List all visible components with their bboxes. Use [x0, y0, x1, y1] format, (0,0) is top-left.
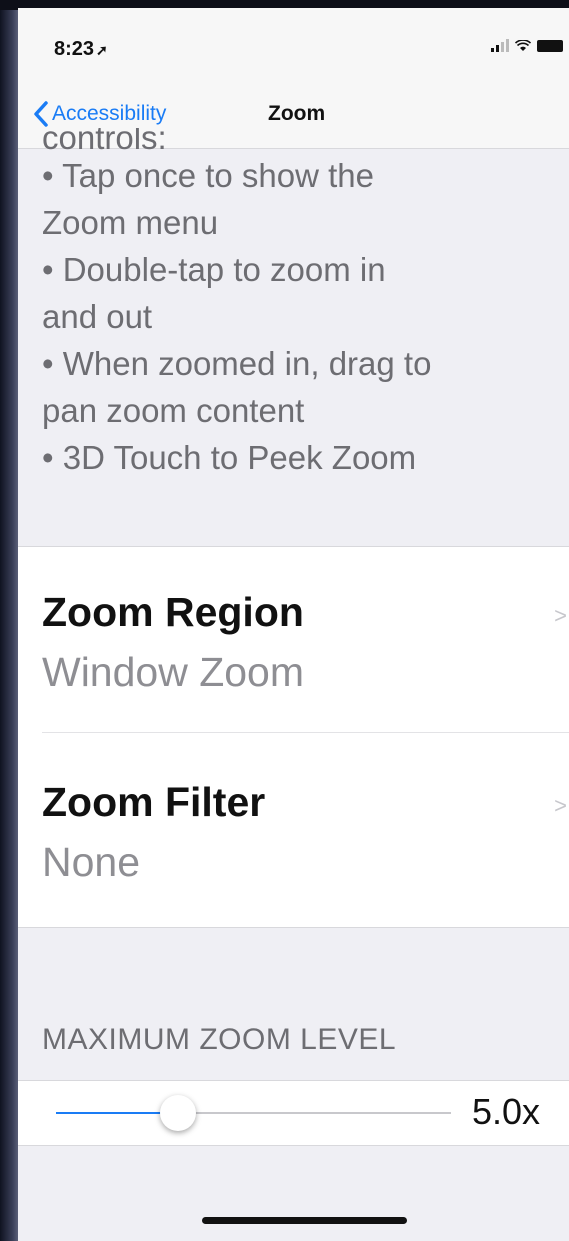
location-arrow-icon: ➚: [96, 42, 108, 58]
photo-frame-left: [0, 0, 18, 1241]
back-label: Accessibility: [52, 102, 167, 125]
status-icons: [491, 38, 563, 52]
time-label: 8:23: [54, 38, 95, 60]
battery-icon: [537, 40, 563, 52]
maximum-zoom-slider-row: 5.0x: [18, 1080, 569, 1146]
zoom-filter-value: None: [42, 839, 141, 885]
status-bar: 8:23 ➚: [18, 8, 569, 88]
zoom-region-value: Window Zoom: [42, 649, 305, 695]
zoom-filter-cell[interactable]: Zoom Filter None >: [18, 737, 569, 917]
zoom-filter-title: Zoom Filter: [42, 779, 266, 825]
description-line: and out: [42, 298, 153, 335]
description-line: • 3D Touch to Peek Zoom: [42, 439, 417, 476]
chevron-right-icon: >: [554, 793, 567, 818]
chevron-left-icon: [34, 101, 48, 127]
description-line: • When zoomed in, drag to: [42, 345, 432, 382]
zoom-slider-track[interactable]: [56, 1095, 451, 1131]
description-line: pan zoom content: [42, 392, 305, 429]
maximum-zoom-level-header: MAXIMUM ZOOM LEVEL: [42, 1023, 397, 1056]
cell-separator: [42, 732, 569, 733]
signal-icon: [491, 38, 509, 52]
zoom-slider-thumb[interactable]: [160, 1095, 197, 1131]
status-time: 8:23 ➚: [54, 38, 108, 61]
zoom-region-title: Zoom Region: [42, 589, 304, 635]
wifi-icon: [515, 40, 531, 51]
description-line: • Double-tap to zoom in: [42, 251, 386, 288]
zoom-description: controls: • Tap once to show the Zoom me…: [42, 128, 562, 481]
zoom-level-value: 5.0x: [472, 1091, 541, 1132]
description-line: • Tap once to show the: [42, 157, 374, 194]
zoom-settings-group: Zoom Region Window Zoom > Zoom Filter No…: [18, 546, 569, 928]
phone-screen: 8:23 ➚ Accessibility Zoom controls: • Tap…: [18, 8, 569, 1241]
page-title: Zoom: [268, 102, 326, 125]
back-button[interactable]: Accessibility: [32, 100, 166, 128]
zoom-region-cell[interactable]: Zoom Region Window Zoom >: [18, 547, 569, 727]
description-line: Zoom menu: [42, 204, 219, 241]
chevron-right-icon: >: [554, 603, 567, 628]
description-clipped-line: controls:: [42, 128, 167, 152]
home-indicator[interactable]: [202, 1217, 407, 1224]
